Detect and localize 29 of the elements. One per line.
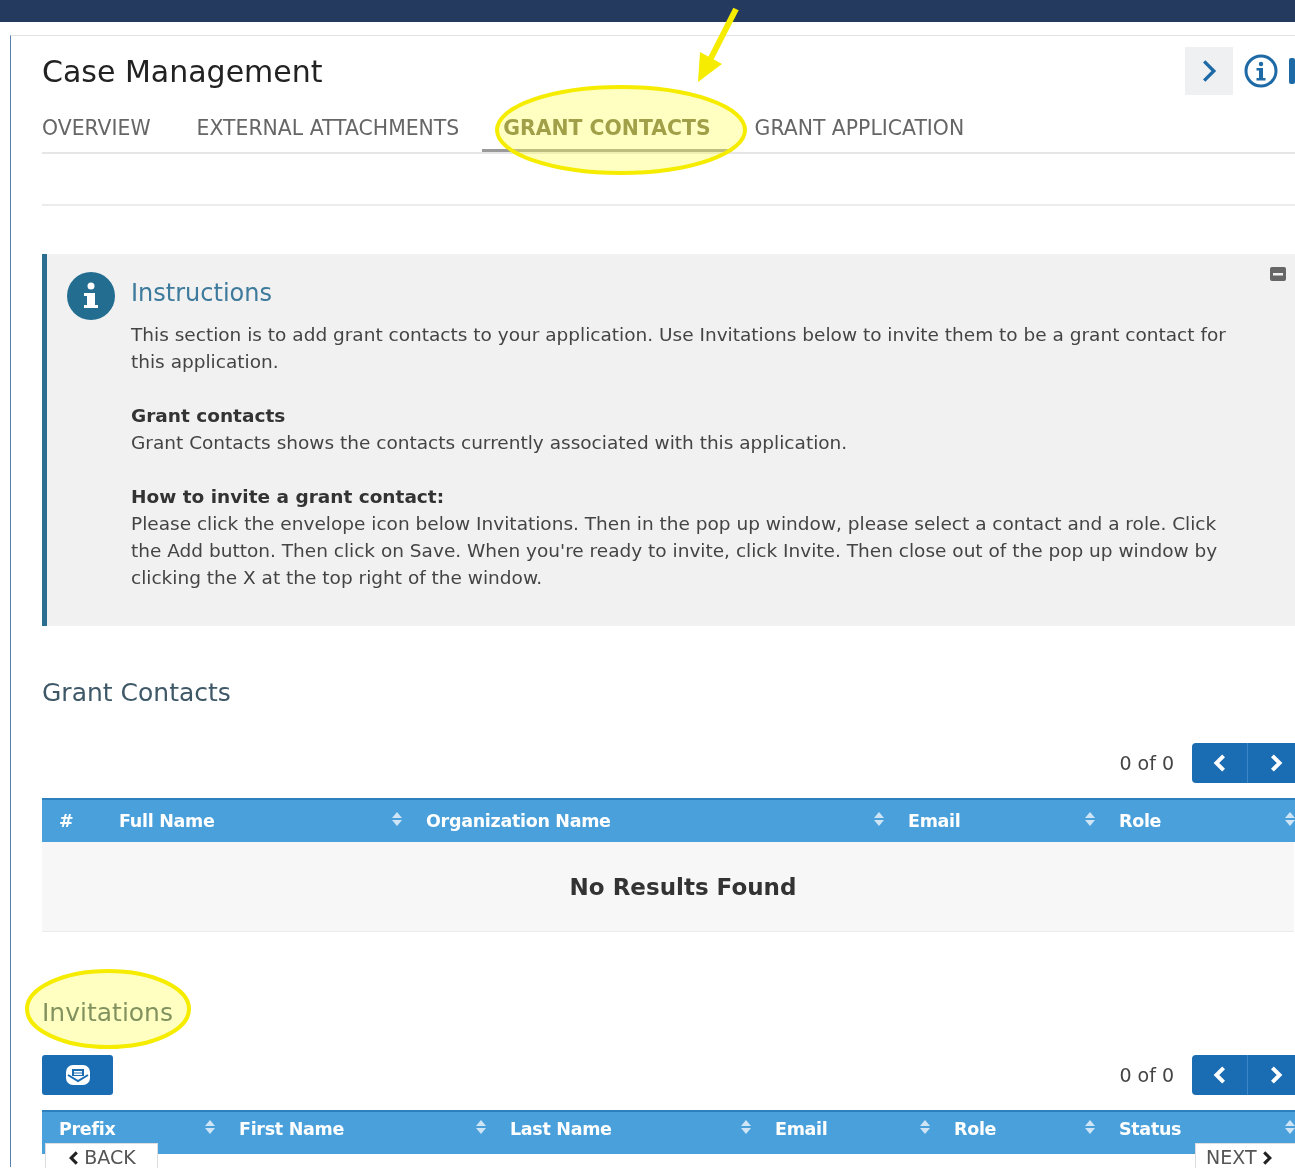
column-header[interactable]: Last Name bbox=[493, 1114, 758, 1144]
instructions-text: Grant Contacts shows the contacts currently associated with this application. bbox=[131, 432, 848, 453]
column-header[interactable]: Prefix bbox=[42, 1114, 222, 1144]
column-header[interactable]: Role bbox=[1102, 800, 1295, 842]
section-title: Grant Contacts bbox=[42, 678, 231, 709]
column-header[interactable]: # bbox=[42, 800, 102, 842]
page-count: 0 of 0 bbox=[1119, 752, 1174, 774]
tab[interactable]: GRANT APPLICATION bbox=[731, 106, 988, 152]
column-header[interactable]: Email bbox=[891, 800, 1102, 842]
next-button[interactable]: NEXT bbox=[1195, 1143, 1295, 1168]
tab[interactable]: GRANT CONTACTS bbox=[482, 106, 732, 152]
empty-message: No Results Found bbox=[569, 873, 797, 900]
section-heading: Grant contacts bbox=[131, 404, 287, 428]
page-title: Case Management bbox=[42, 53, 323, 89]
column-header[interactable]: Email bbox=[758, 1114, 937, 1144]
column-header[interactable]: Full Name bbox=[102, 800, 409, 842]
tab[interactable]: OVERVIEW bbox=[42, 106, 174, 152]
column-header[interactable]: Role bbox=[937, 1114, 1102, 1144]
section-title: Invitations bbox=[42, 998, 173, 1029]
panel-title: Instructions bbox=[131, 279, 273, 307]
instructions-text: Please click the envelope icon below Invitations. Then in the pop up window, please select a contact and a role. Click the Add button. Then click on Save. When you're ready to invite, click Invite. Then close out of the pop up window by clicking the X at the top right of the window. bbox=[131, 513, 1218, 588]
section-heading: How to invite a grant contact: bbox=[131, 485, 446, 509]
back-button[interactable]: BACK bbox=[45, 1143, 158, 1168]
column-header[interactable]: First Name bbox=[222, 1114, 493, 1144]
tab[interactable]: EXTERNAL ATTACHMENTS bbox=[173, 106, 483, 152]
column-header[interactable]: Organization Name bbox=[409, 800, 891, 842]
column-header[interactable]: Status bbox=[1102, 1114, 1295, 1144]
page-count: 0 of 0 bbox=[1119, 1064, 1174, 1086]
instructions-text: This section is to add grant contacts to your application. Use Invitations below to invite them to be a grant contact for this application. bbox=[131, 323, 1227, 374]
